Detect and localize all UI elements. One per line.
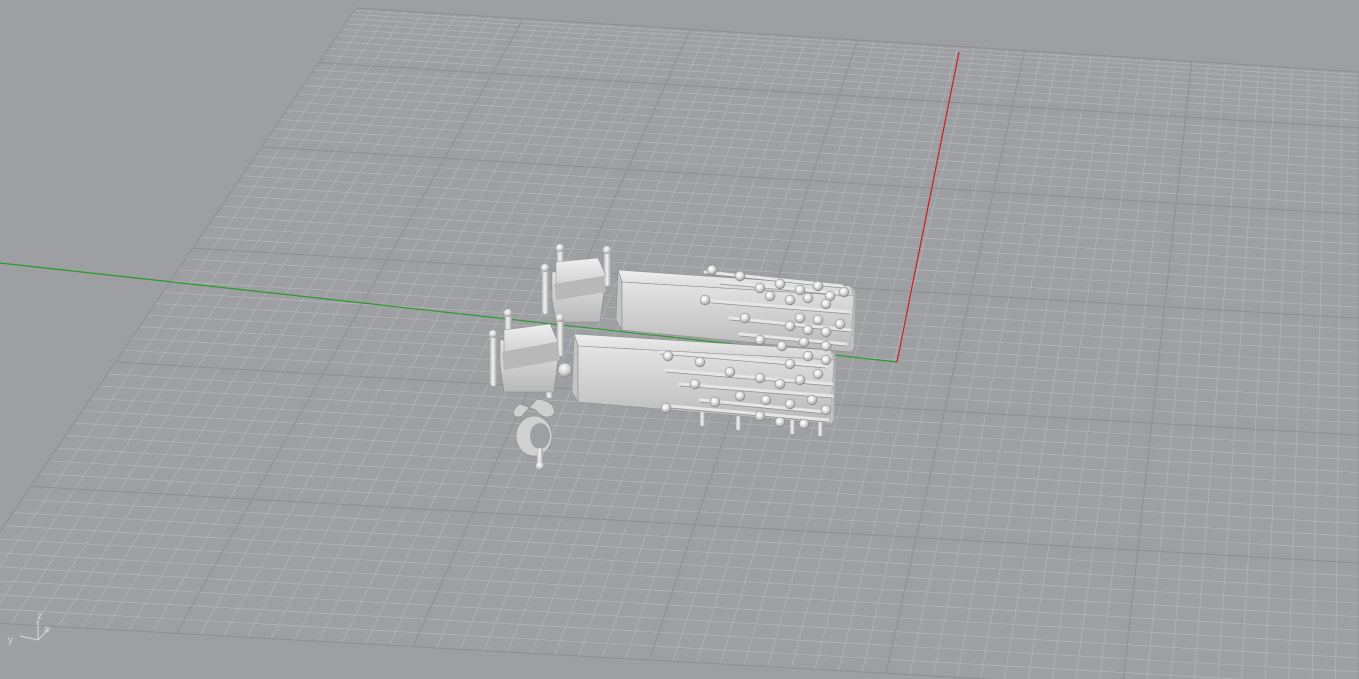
knob-highlight (805, 353, 809, 357)
knob-highlight (787, 297, 791, 301)
knob-highlight (823, 357, 827, 361)
knob-highlight (737, 273, 741, 277)
knob-highlight (805, 295, 809, 299)
knob-highlight (827, 293, 831, 297)
knob-highlight (737, 393, 741, 397)
knob-highlight (841, 289, 845, 293)
knob-highlight (801, 421, 805, 425)
gizmo-y-label: y (8, 635, 13, 646)
knob-highlight (777, 419, 781, 423)
knob-highlight (665, 353, 669, 357)
knob-highlight (709, 267, 713, 271)
knob-highlight (777, 281, 781, 285)
knob-highlight (823, 407, 827, 411)
knob-highlight (757, 375, 761, 379)
knob-highlight (815, 283, 819, 287)
knob-highlight (697, 359, 701, 363)
knob-highlight (787, 323, 791, 327)
knob-highlight (815, 371, 819, 375)
viewport-background (0, 0, 1359, 679)
knob-highlight (797, 287, 801, 291)
knob-highlight (767, 293, 771, 297)
knob-highlight (777, 381, 781, 385)
knob-highlight (801, 339, 805, 343)
knob-highlight (712, 399, 716, 403)
gizmo-z-label: z (37, 611, 42, 622)
knob-highlight (779, 343, 783, 347)
knob-highlight (805, 327, 809, 331)
knob-highlight (663, 405, 667, 409)
knob-highlight (742, 315, 746, 319)
knob-highlight (757, 337, 761, 341)
knob-highlight (837, 321, 841, 325)
knob-highlight (757, 413, 761, 417)
perspective-viewport[interactable]: z x y (0, 0, 1359, 679)
knob-highlight (823, 301, 827, 305)
knob-highlight (727, 369, 731, 373)
knob-highlight (797, 377, 801, 381)
knob-highlight (692, 381, 696, 385)
knob-highlight (787, 361, 791, 365)
knob-highlight (809, 397, 813, 401)
knob-highlight (815, 317, 819, 321)
knob-highlight (787, 401, 791, 405)
viewport-canvas[interactable]: z x y (0, 0, 1359, 679)
knob-highlight (823, 343, 827, 347)
knob-highlight (757, 285, 761, 289)
knob-highlight (823, 329, 827, 333)
knob-highlight (763, 397, 767, 401)
knob-highlight (797, 315, 801, 319)
knob-highlight (702, 297, 706, 301)
gizmo-x-label: x (44, 624, 49, 635)
